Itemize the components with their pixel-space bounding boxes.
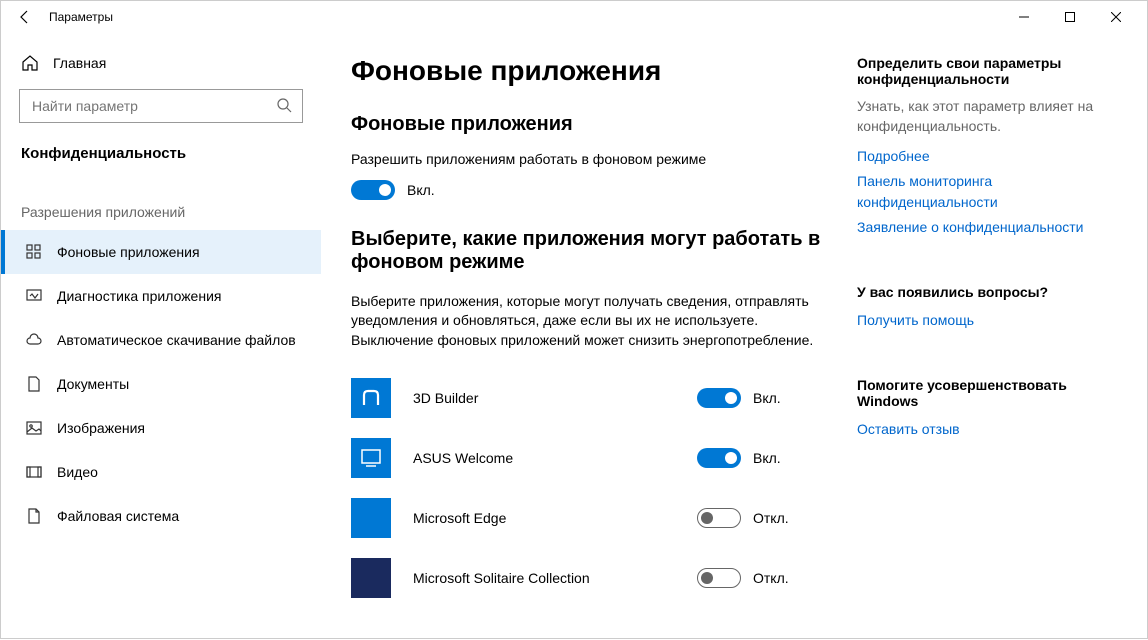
diag-icon: [25, 287, 43, 305]
app-toggle-label: Откл.: [753, 510, 789, 526]
section-label: Разрешения приложений: [1, 176, 321, 230]
sidebar-item-label: Автоматическое скачивание файлов: [57, 332, 296, 348]
sidebar-item-label: Изображения: [57, 420, 145, 436]
search-icon: [276, 97, 292, 116]
app-name: Microsoft Edge: [413, 510, 675, 526]
app-toggle-label: Вкл.: [753, 390, 781, 406]
section-2-title: Выберите, какие приложения могут работат…: [351, 228, 837, 274]
related-panel: Определить свои параметры конфиденциальн…: [857, 55, 1117, 640]
app-row-3: Microsoft Solitaire Collection Откл.: [351, 548, 837, 608]
sidebar-item-1[interactable]: Диагностика приложения: [1, 274, 321, 318]
app-toggle-label: Вкл.: [753, 450, 781, 466]
page-title: Фоновые приложения: [351, 55, 837, 87]
app-name: 3D Builder: [413, 390, 675, 406]
home-nav[interactable]: Главная: [1, 43, 321, 83]
sidebar-item-0[interactable]: Фоновые приложения: [1, 230, 321, 274]
home-icon: [21, 54, 39, 72]
app-toggle[interactable]: [697, 508, 741, 528]
sidebar-item-label: Фоновые приложения: [57, 244, 200, 260]
link-privacy-statement[interactable]: Заявление о конфиденциальности: [857, 217, 1117, 238]
section-1-desc: Разрешить приложениям работать в фоновом…: [351, 150, 837, 170]
app-row-1: ASUS Welcome Вкл.: [351, 428, 837, 488]
search-input[interactable]: [19, 89, 303, 123]
related-3-title: Помогите усовершенствовать Windows: [857, 377, 1117, 409]
sidebar-item-label: Диагностика приложения: [57, 288, 221, 304]
app-name: Microsoft Solitaire Collection: [413, 570, 675, 586]
link-dashboard[interactable]: Панель мониторинга конфиденциальности: [857, 171, 1117, 213]
main-content: Фоновые приложения Фоновые приложения Ра…: [351, 55, 837, 640]
app-icon: [351, 378, 391, 418]
link-feedback[interactable]: Оставить отзыв: [857, 419, 1117, 440]
master-toggle[interactable]: [351, 180, 395, 200]
related-1-title: Определить свои параметры конфиденциальн…: [857, 55, 1117, 87]
sidebar-item-5[interactable]: Видео: [1, 450, 321, 494]
app-row-2: Microsoft Edge Откл.: [351, 488, 837, 548]
titlebar: Параметры: [1, 1, 1147, 33]
doc-icon: [25, 375, 43, 393]
app-icon: [351, 558, 391, 598]
apps-icon: [25, 243, 43, 261]
window-controls: [1001, 1, 1139, 33]
section-1-title: Фоновые приложения: [351, 113, 837, 136]
cloud-icon: [25, 331, 43, 349]
related-2-title: У вас появились вопросы?: [857, 284, 1117, 300]
link-get-help[interactable]: Получить помощь: [857, 310, 1117, 331]
sidebar-item-label: Документы: [57, 376, 129, 392]
app-toggle[interactable]: [697, 448, 741, 468]
window-title: Параметры: [49, 10, 113, 24]
search-field[interactable]: [30, 97, 276, 115]
sidebar-item-6[interactable]: Файловая система: [1, 494, 321, 538]
sidebar-item-4[interactable]: Изображения: [1, 406, 321, 450]
app-name: ASUS Welcome: [413, 450, 675, 466]
app-toggle-label: Откл.: [753, 570, 789, 586]
maximize-button[interactable]: [1047, 1, 1093, 33]
master-toggle-label: Вкл.: [407, 182, 435, 198]
file-icon: [25, 507, 43, 525]
related-1-sub: Узнать, как этот параметр влияет на конф…: [857, 97, 1117, 136]
link-more[interactable]: Подробнее: [857, 146, 1117, 167]
category-label: Конфиденциальность: [1, 131, 321, 176]
sidebar-item-3[interactable]: Документы: [1, 362, 321, 406]
sidebar: Главная Конфиденциальность Разрешения пр…: [1, 33, 321, 640]
video-icon: [25, 463, 43, 481]
image-icon: [25, 419, 43, 437]
app-row-0: 3D Builder Вкл.: [351, 368, 837, 428]
app-icon: [351, 498, 391, 538]
section-2-desc: Выберите приложения, которые могут получ…: [351, 292, 837, 351]
sidebar-item-2[interactable]: Автоматическое скачивание файлов: [1, 318, 321, 362]
sidebar-item-label: Видео: [57, 464, 98, 480]
minimize-button[interactable]: [1001, 1, 1047, 33]
close-button[interactable]: [1093, 1, 1139, 33]
app-toggle[interactable]: [697, 388, 741, 408]
sidebar-item-label: Файловая система: [57, 508, 179, 524]
app-icon: [351, 438, 391, 478]
back-button[interactable]: [9, 1, 41, 33]
app-toggle[interactable]: [697, 568, 741, 588]
home-label: Главная: [53, 55, 106, 71]
